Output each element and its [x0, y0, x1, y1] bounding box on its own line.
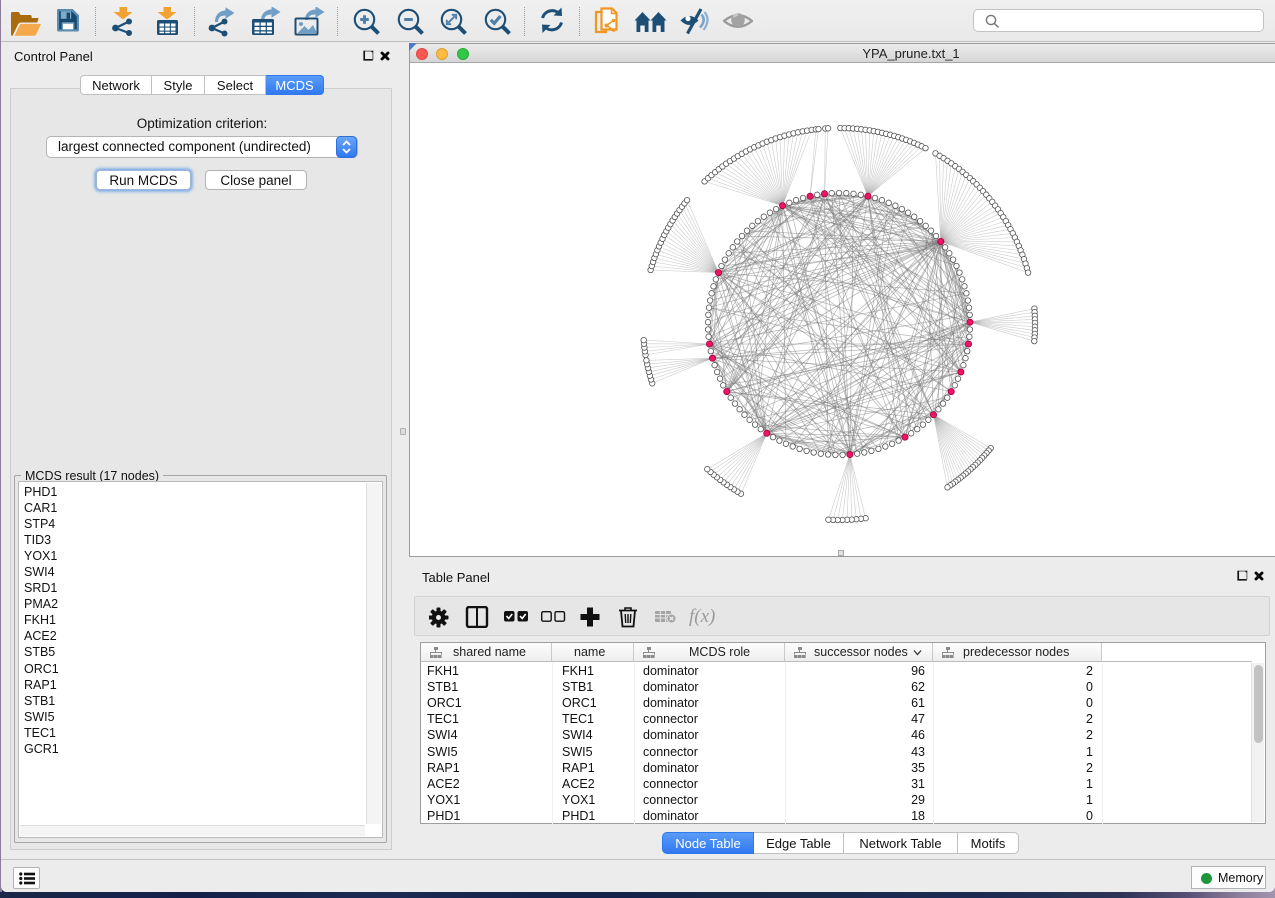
svg-text:f(x): f(x)	[689, 606, 715, 627]
